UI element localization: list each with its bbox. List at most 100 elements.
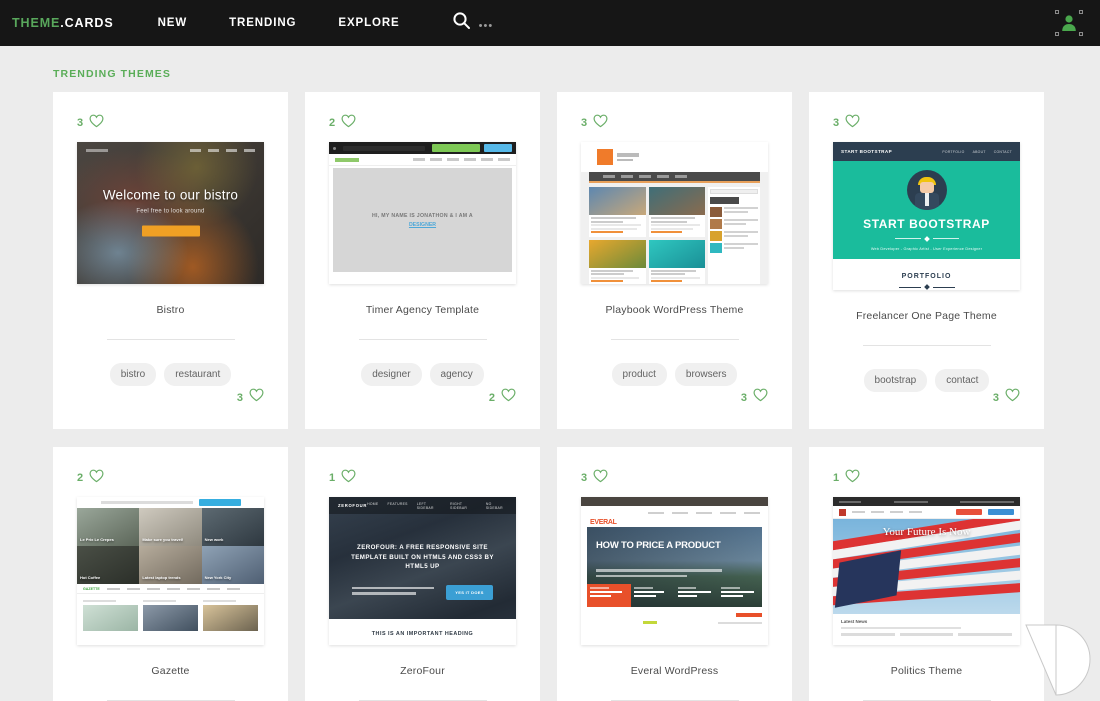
heart-icon[interactable] bbox=[341, 114, 356, 133]
theme-title: Bistro bbox=[156, 304, 185, 316]
thumb-latest-label: Latest News bbox=[841, 619, 868, 624]
thumb-tile-label: New work bbox=[204, 537, 224, 542]
selection-handle-bottom-right[interactable] bbox=[1079, 32, 1083, 36]
like-count: 1 bbox=[329, 472, 336, 484]
thumb-header bbox=[581, 142, 768, 172]
theme-card[interactable]: 3 START BOOTSTRAP PORTFOLIO ABOUT CONTAC… bbox=[809, 92, 1044, 429]
search-icon[interactable] bbox=[452, 11, 471, 35]
tag-item[interactable]: restaurant bbox=[164, 363, 232, 386]
tag-item[interactable]: agency bbox=[429, 363, 484, 386]
theme-title: Playbook WordPress Theme bbox=[605, 304, 744, 316]
heart-icon[interactable] bbox=[501, 388, 516, 407]
theme-thumbnail[interactable]: Le Prix Le Crepes Make sure you travel! … bbox=[77, 497, 264, 645]
heart-icon[interactable] bbox=[89, 114, 104, 133]
like-indicator-top[interactable]: 2 bbox=[329, 114, 516, 132]
theme-thumbnail[interactable] bbox=[581, 142, 768, 284]
tag-item[interactable]: browsers bbox=[674, 363, 738, 386]
thumb-tile: New work bbox=[201, 508, 264, 546]
like-indicator-top[interactable]: 3 bbox=[581, 114, 768, 132]
like-indicator-bottom[interactable]: 2 bbox=[489, 388, 516, 407]
selection-handle-bottom-left[interactable] bbox=[1055, 32, 1059, 36]
thumb-feature-card bbox=[675, 584, 719, 607]
tag-item[interactable]: contact bbox=[935, 369, 990, 392]
search-area[interactable]: ••• bbox=[452, 11, 494, 35]
logo-text-secondary: .CARDS bbox=[60, 16, 114, 30]
theme-thumbnail[interactable]: Your Future Is Now Latest News bbox=[833, 497, 1020, 645]
thumb-bottom-lines bbox=[833, 629, 1020, 636]
tag-item[interactable]: designer bbox=[361, 363, 422, 386]
heart-icon[interactable] bbox=[845, 114, 860, 133]
like-indicator-top[interactable]: 2 bbox=[77, 469, 264, 487]
like-indicator-top[interactable]: 3 bbox=[581, 469, 768, 487]
theme-title: ZeroFour bbox=[400, 665, 445, 677]
user-account-icon[interactable] bbox=[1058, 12, 1080, 39]
thumb-nav-link: PORTFOLIO bbox=[942, 149, 965, 154]
site-logo[interactable]: THEME.CARDS bbox=[12, 16, 114, 30]
thumb-tile-label: New York City bbox=[204, 575, 232, 580]
thumb-below-fold bbox=[587, 613, 762, 624]
like-indicator-bottom[interactable]: 3 bbox=[741, 388, 768, 407]
selection-handle-top-left[interactable] bbox=[1055, 10, 1059, 14]
nav-item-explore[interactable]: EXPLORE bbox=[338, 17, 399, 29]
thumb-latest-news: Latest News bbox=[833, 614, 1020, 629]
like-indicator-top[interactable]: 1 bbox=[329, 469, 516, 487]
like-count: 3 bbox=[992, 391, 999, 404]
heart-icon[interactable] bbox=[593, 114, 608, 133]
theme-thumbnail[interactable]: START BOOTSTRAP PORTFOLIO ABOUT CONTACT … bbox=[833, 142, 1020, 290]
thumb-hero: HI, MY NAME IS JONATHON & I AM A DESIGNE… bbox=[333, 168, 512, 272]
thumb-feature-card bbox=[587, 584, 631, 607]
tag-item[interactable]: bistro bbox=[109, 363, 157, 386]
theme-thumbnail[interactable]: Welcome to our bistro Feel free to look … bbox=[77, 142, 264, 284]
theme-card[interactable]: 2 HI, MY NAME IS JONATHON & I AM A DESIG… bbox=[305, 92, 540, 429]
tag-item[interactable]: bootstrap bbox=[863, 369, 928, 392]
thumb-tile: Latest laptop trends bbox=[139, 546, 202, 584]
heart-icon[interactable] bbox=[593, 469, 608, 488]
heart-icon[interactable] bbox=[341, 469, 356, 488]
thumb-nav-brand: EVERAL bbox=[590, 519, 617, 526]
like-indicator-bottom[interactable]: 3 bbox=[993, 388, 1020, 407]
heart-icon[interactable] bbox=[845, 469, 860, 488]
thumb-headline: Your Future Is Now bbox=[882, 526, 971, 538]
tag-item[interactable]: product bbox=[611, 363, 667, 386]
like-indicator-top[interactable]: 3 bbox=[77, 114, 264, 132]
like-count: 1 bbox=[833, 472, 840, 484]
theme-card[interactable]: 3 Playbook WordPress Theme product brows… bbox=[557, 92, 792, 429]
theme-title: Politics Theme bbox=[890, 665, 963, 677]
heart-icon[interactable] bbox=[89, 469, 104, 488]
nav-item-trending[interactable]: TRENDING bbox=[229, 17, 296, 29]
card-divider bbox=[358, 339, 487, 340]
theme-thumbnail[interactable]: ZEROFOUR HOME FEATURES LEFT SIDEBAR RIGH… bbox=[329, 497, 516, 645]
thumb-promo-bar bbox=[77, 497, 264, 508]
thumb-headline: HOW TO PRICE A PRODUCT bbox=[596, 540, 721, 551]
like-count: 3 bbox=[740, 391, 747, 404]
theme-card[interactable]: 3 EVERAL HOW TO PRICE A PRODUCT Everal W… bbox=[557, 447, 792, 701]
thumb-headline: START BOOTSTRAP bbox=[863, 216, 990, 231]
theme-card[interactable]: 1 ZEROFOUR HOME FEATURES LEFT SIDEBAR RI… bbox=[305, 447, 540, 701]
thumb-tile-label: Make sure you travel! bbox=[142, 537, 184, 542]
selection-handle-top-right[interactable] bbox=[1079, 10, 1083, 14]
thumb-cta-button bbox=[141, 225, 200, 237]
section-heading: TRENDING THEMES bbox=[53, 68, 172, 80]
theme-card[interactable]: 1 Your Future Is Now Latest News Politic… bbox=[809, 447, 1044, 701]
like-indicator-top[interactable]: 1 bbox=[833, 469, 1020, 487]
thumb-nav-brand: ZEROFOUR bbox=[338, 503, 368, 508]
main-nav: NEW TRENDING EXPLORE bbox=[158, 17, 400, 29]
like-indicator-top[interactable]: 3 bbox=[833, 114, 1020, 132]
nav-item-new[interactable]: NEW bbox=[158, 17, 188, 29]
user-account-button[interactable] bbox=[1055, 10, 1083, 36]
theme-thumbnail[interactable]: HI, MY NAME IS JONATHON & I AM A DESIGNE… bbox=[329, 142, 516, 284]
like-indicator-bottom[interactable]: 3 bbox=[237, 388, 264, 407]
thumb-hero: ZEROFOUR: A FREE RESPONSIVE SITE TEMPLAT… bbox=[329, 543, 516, 600]
thumb-nav-link: LEFT SIDEBAR bbox=[416, 501, 434, 510]
heart-icon[interactable] bbox=[753, 388, 768, 407]
search-placeholder-dots: ••• bbox=[478, 20, 494, 32]
thumb-tile-label: Hot Coffee bbox=[80, 575, 101, 580]
heart-icon[interactable] bbox=[1005, 388, 1020, 407]
theme-thumbnail[interactable]: EVERAL HOW TO PRICE A PRODUCT bbox=[581, 497, 768, 645]
heart-icon[interactable] bbox=[249, 388, 264, 407]
theme-card[interactable]: 2 Le Prix Le Crepes Make sure you travel… bbox=[53, 447, 288, 701]
theme-title: Gazette bbox=[151, 665, 190, 677]
thumb-portfolio-label: PORTFOLIO bbox=[901, 273, 952, 280]
theme-card[interactable]: 3 Welcome to our bistro Feel free to loo… bbox=[53, 92, 288, 429]
thumb-cta-button: YES IT DOES bbox=[446, 584, 493, 600]
